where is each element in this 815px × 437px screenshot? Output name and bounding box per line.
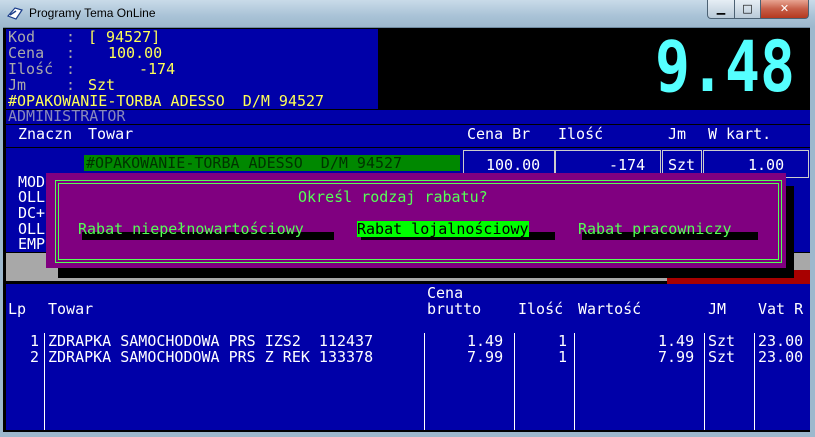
row-jm: Szt	[708, 332, 736, 350]
current-item-qty: -174	[609, 156, 646, 174]
big-total-value: 9.48	[655, 37, 795, 97]
window-title: Programy Tema OnLine	[29, 6, 156, 20]
maximize-button[interactable]: □	[734, 0, 761, 19]
row-towar: ZDRAPKA SAMOCHODOWA PRS IZS2 112437	[48, 332, 374, 350]
current-item-price: 100.00	[486, 156, 541, 174]
row-vat: 23.00	[758, 332, 804, 350]
left-code: OLL	[18, 188, 46, 206]
app-icon	[7, 7, 23, 20]
row-wartosc: 7.99	[658, 348, 695, 366]
row-cena: 1.49	[467, 332, 504, 350]
cena-value: 100.00	[108, 44, 163, 62]
cena-label: Cena	[8, 44, 45, 62]
list-header-ilosc: Ilość	[518, 300, 564, 318]
row-towar: ZDRAPKA SAMOCHODOWA PRS Z REK 133378	[48, 348, 374, 366]
row-ilosc: 1	[558, 332, 568, 350]
operator-bar	[6, 110, 810, 124]
cena-colon: :	[66, 44, 76, 62]
row-lp: 1	[30, 332, 40, 350]
list-header-cena-line2: brutto	[427, 300, 482, 318]
row-ilosc: 1	[558, 348, 568, 366]
window-border-bottom	[0, 432, 815, 437]
window-border-left	[0, 27, 3, 437]
left-code: EMP	[18, 235, 46, 253]
dialog-title: Określ rodzaj rabatu?	[298, 188, 488, 206]
list-header-cena-line1: Cena	[427, 284, 464, 302]
minimize-button[interactable]: ▁	[707, 0, 735, 19]
left-code: DC+	[18, 204, 46, 222]
discount-option-pracowniczy[interactable]: Rabat pracowniczy	[578, 221, 732, 237]
row-wartosc: 1.49	[658, 332, 695, 350]
ilosc-colon: :	[66, 60, 76, 78]
big-total-display: 9.48	[655, 37, 795, 97]
row-vat: 23.00	[758, 348, 804, 366]
header-w-kart: W kart.	[708, 125, 772, 143]
list-header-wartosc: Wartość	[578, 300, 642, 318]
current-item-w-kart: 1.00	[748, 156, 785, 174]
list-header-jm: JM	[708, 300, 727, 318]
header-znaczn: Znaczn	[18, 125, 73, 143]
ilosc-label: Ilość	[8, 60, 54, 78]
header-cena-br: Cena Br	[467, 125, 531, 143]
header-jm: Jm	[668, 125, 687, 143]
minimize-icon: ▁	[716, 2, 726, 15]
kod-value: [ 94527]	[88, 28, 161, 46]
current-item-jm: Szt	[668, 156, 696, 174]
discount-option-lojalnosciowy[interactable]: Rabat lojalnościowy	[357, 221, 529, 237]
current-item-name: #OPAKOWANIE-TORBA ADESSO D/M 94527	[86, 154, 403, 172]
list-header-vat: Vat R	[758, 300, 804, 318]
discount-option-niepelnowartosciowy[interactable]: Rabat niepełnowartościowy	[78, 221, 304, 237]
list-header-towar: Towar	[48, 300, 94, 318]
row-cena: 7.99	[467, 348, 504, 366]
close-icon: ✕	[779, 2, 790, 15]
jm-value: Szt	[88, 76, 116, 94]
kod-colon: :	[66, 28, 76, 46]
jm-colon: :	[66, 76, 76, 94]
window-border-right	[810, 27, 815, 437]
header-ilosc: Ilość	[558, 125, 604, 143]
ilosc-value: -174	[139, 60, 176, 78]
row-jm: Szt	[708, 348, 736, 366]
operator-name: ADMINISTRATOR	[8, 107, 126, 125]
list-header-lp: Lp	[8, 300, 27, 318]
header-towar: Towar	[88, 125, 134, 143]
maximize-icon: □	[742, 2, 753, 15]
row-lp: 2	[30, 348, 40, 366]
close-button[interactable]: ✕	[760, 0, 809, 19]
jm-label: Jm	[8, 76, 27, 94]
kod-label: Kod	[8, 28, 36, 46]
